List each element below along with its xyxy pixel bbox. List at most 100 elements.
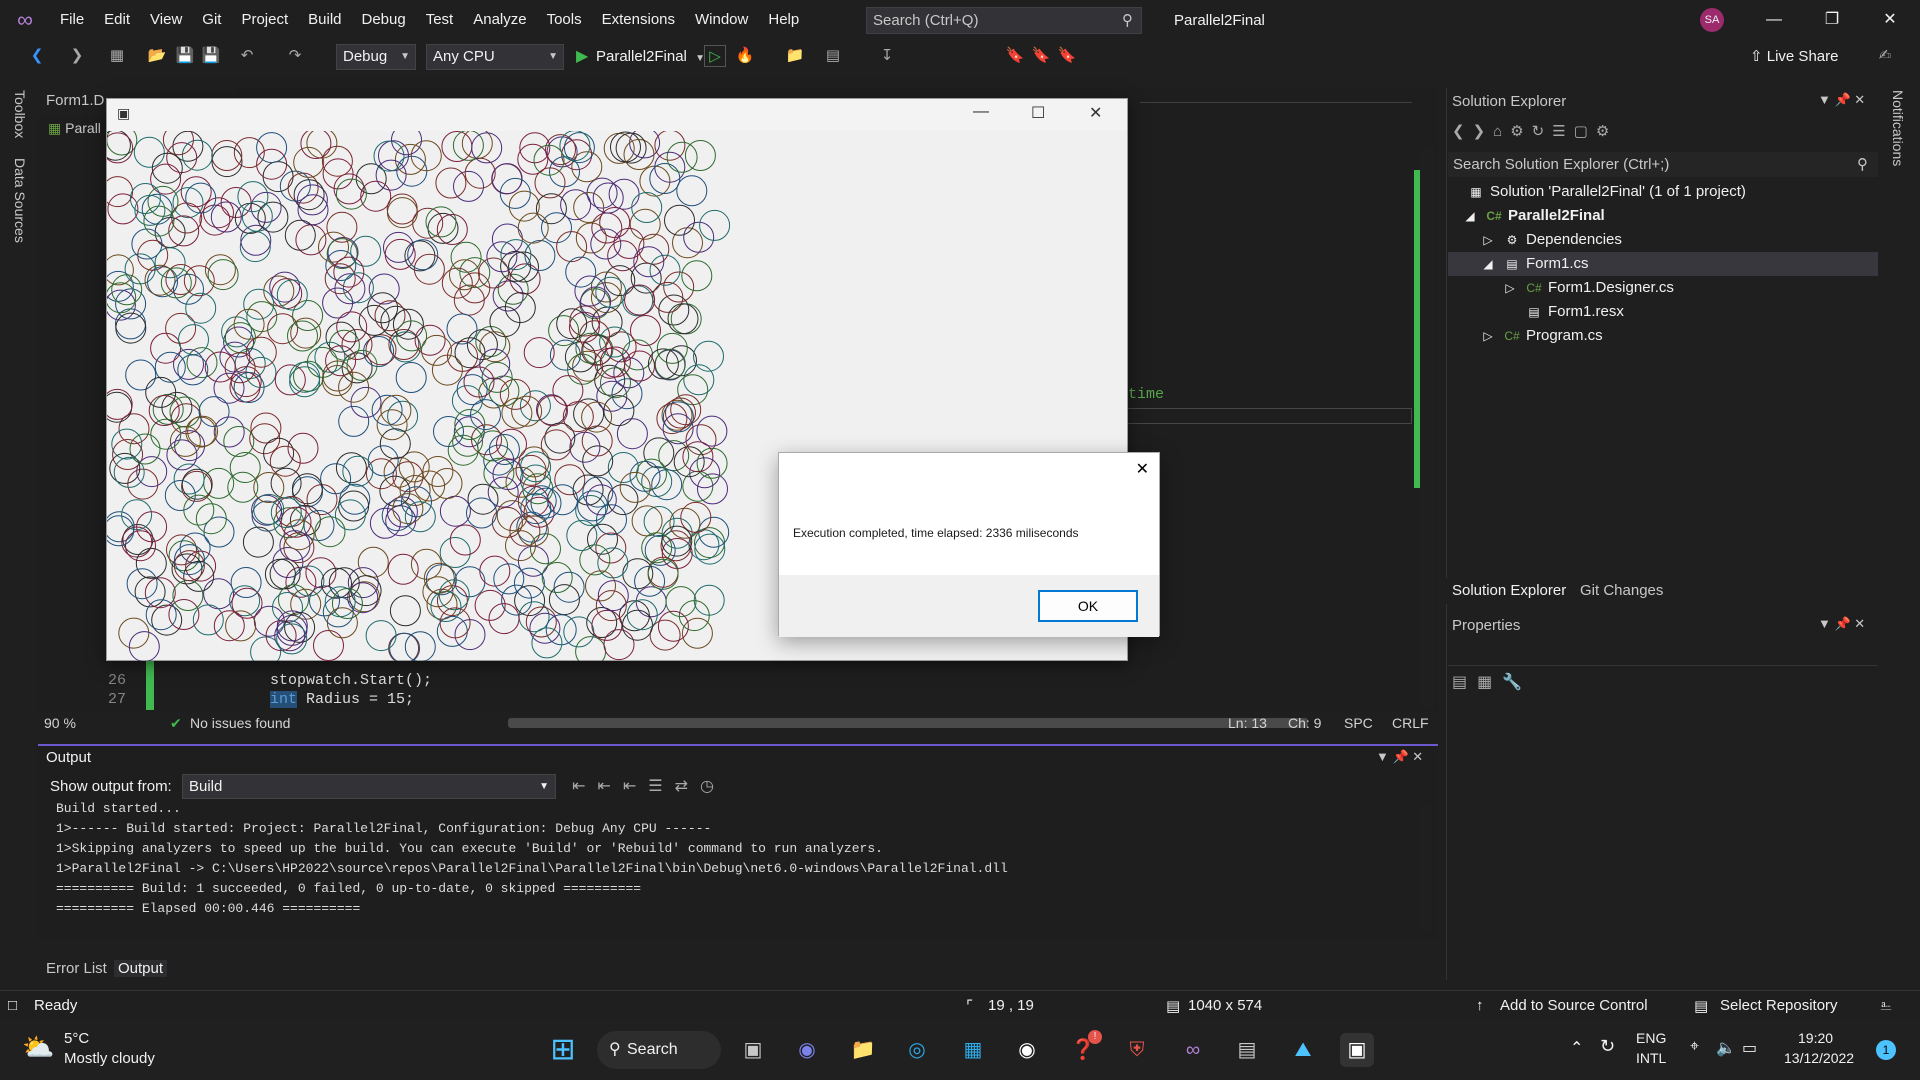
whitespace-indicator[interactable]: SPC xyxy=(1344,715,1373,731)
bell-icon[interactable]: ⎁ xyxy=(1880,997,1892,1014)
notification-count[interactable]: 1 xyxy=(1876,1040,1896,1060)
prev-bookmark-icon[interactable]: 🔖 xyxy=(1030,45,1052,67)
clock-date[interactable]: 13/12/2022 xyxy=(1784,1050,1854,1066)
live-share-button[interactable]: ⇧ Live Share xyxy=(1750,44,1838,70)
avatar[interactable]: SA xyxy=(1700,8,1724,32)
panel-menu-icon[interactable]: ▼ 📌 ✕ xyxy=(1818,616,1865,632)
save-all-icon[interactable]: 💾 xyxy=(200,45,222,67)
language-line-1[interactable]: ENG xyxy=(1636,1030,1666,1046)
panel-menu-icon[interactable]: ▼ 📌 ✕ xyxy=(1818,92,1865,108)
back-icon[interactable]: ❮ xyxy=(26,45,48,67)
menu-window[interactable]: Window xyxy=(685,0,758,40)
next-bookmark-icon[interactable]: 🔖 xyxy=(1056,45,1078,67)
output-toolbar[interactable]: ⇤⇤⇤☰⇄◷ xyxy=(572,776,726,796)
taskbar-search[interactable]: ⚲ Search xyxy=(597,1031,721,1069)
app-titlebar[interactable]: ▣ — ☐ ✕ xyxy=(107,99,1127,131)
battery-icon[interactable]: ▭ xyxy=(1742,1038,1757,1058)
step-icon[interactable]: ↧ xyxy=(876,45,898,67)
properties-object-select[interactable] xyxy=(1448,640,1878,666)
panel-menu-icon[interactable]: ▼ 📌 ✕ xyxy=(1376,749,1423,765)
layout-icon[interactable]: ▤ xyxy=(822,45,844,67)
open-folder-icon[interactable]: 📂 xyxy=(146,45,168,67)
running-app-icon[interactable]: ▣ xyxy=(1340,1033,1374,1067)
tree-form1-resx[interactable]: ▤ Form1.resx xyxy=(1524,300,1624,324)
edge-icon[interactable]: ◎ xyxy=(900,1033,934,1067)
store-icon[interactable]: ▦ xyxy=(956,1033,990,1067)
menu-debug[interactable]: Debug xyxy=(352,0,416,40)
add-source-control[interactable]: Add to Source Control xyxy=(1500,997,1648,1014)
tree-solution[interactable]: ▦ Solution 'Parallel2Final' (1 of 1 proje… xyxy=(1466,180,1746,204)
start-icon[interactable]: ⊞ xyxy=(546,1033,580,1067)
restore-icon[interactable]: ❐ xyxy=(1804,0,1860,40)
save-icon[interactable]: 💾 xyxy=(174,45,196,67)
file-explorer-icon[interactable]: 📁 xyxy=(846,1033,880,1067)
hot-reload-icon[interactable]: 🔥 xyxy=(734,45,756,67)
sync-icon[interactable]: ↻ xyxy=(1600,1036,1615,1057)
tab-error-list[interactable]: Error List xyxy=(46,960,107,977)
menu-view[interactable]: View xyxy=(140,0,192,40)
output-vertical-scrollbar[interactable] xyxy=(1418,806,1432,930)
weather-temp[interactable]: 5°C xyxy=(64,1030,89,1047)
menu-analyze[interactable]: Analyze xyxy=(463,0,536,40)
github-icon[interactable]: ◉ xyxy=(1010,1033,1044,1067)
tree-form1-designer[interactable]: ▷ C# Form1.Designer.cs xyxy=(1500,276,1674,300)
image-app-icon[interactable]: ⛰ xyxy=(1286,1033,1320,1067)
forward-icon[interactable]: ❯ xyxy=(66,45,88,67)
weather-icon[interactable]: ⛅ xyxy=(22,1032,54,1063)
tab-solution-explorer[interactable]: Solution Explorer xyxy=(1452,582,1566,599)
tree-dependencies[interactable]: ▷ ⚙ Dependencies xyxy=(1478,228,1622,252)
visual-studio-icon[interactable]: ∞ xyxy=(1176,1033,1210,1067)
horizontal-scrollbar[interactable] xyxy=(508,718,1308,728)
language-line-2[interactable]: INTL xyxy=(1636,1050,1666,1066)
nav-bar-project[interactable]: ▦ Parall xyxy=(48,120,101,137)
select-repository[interactable]: Select Repository xyxy=(1720,997,1838,1014)
tray-overflow-icon[interactable]: ⌃ xyxy=(1570,1038,1583,1058)
message-box[interactable]: ✕ Execution completed, time elapsed: 233… xyxy=(778,452,1160,637)
menu-edit[interactable]: Edit xyxy=(94,0,140,40)
issues-status[interactable]: No issues found xyxy=(190,715,290,731)
browse-icon[interactable]: 📁 xyxy=(784,45,806,67)
toolbox-tab[interactable]: Toolbox xyxy=(12,90,28,138)
data-sources-tab[interactable]: Data Sources xyxy=(12,158,28,243)
close-icon[interactable]: ✕ xyxy=(1862,0,1918,40)
tree-project[interactable]: ◢ C# Parallel2Final xyxy=(1460,204,1604,228)
tree-program[interactable]: ▷ C# Program.cs xyxy=(1478,324,1602,348)
tab-output[interactable]: Output xyxy=(114,960,168,977)
menu-file[interactable]: File xyxy=(50,0,94,40)
wifi-icon[interactable]: ⌖ xyxy=(1690,1038,1699,1056)
menu-git[interactable]: Git xyxy=(192,0,231,40)
visual-studio-logo-icon[interactable]: ∞ xyxy=(0,0,50,40)
volume-icon[interactable]: 🔈 xyxy=(1716,1038,1736,1058)
output-horizontal-scrollbar[interactable] xyxy=(46,940,1408,950)
menu-project[interactable]: Project xyxy=(231,0,298,40)
run-button[interactable]: ▶ Parallel2Final ▼ xyxy=(572,44,705,70)
menu-help[interactable]: Help xyxy=(758,0,809,40)
feedback-icon[interactable]: ✍ xyxy=(1874,45,1896,67)
undo-icon[interactable]: ↶ xyxy=(236,45,258,67)
tree-form1[interactable]: ◢ ▤ Form1.cs xyxy=(1448,252,1878,276)
clock-time[interactable]: 19:20 xyxy=(1798,1030,1833,1046)
properties-toolbar[interactable]: ▤▦🔧 xyxy=(1452,672,1532,692)
ok-button[interactable]: OK xyxy=(1038,590,1138,622)
close-icon[interactable]: ✕ xyxy=(1136,459,1149,479)
bookmark-icon[interactable]: 🔖 xyxy=(1004,45,1026,67)
editor-vertical-scrollbar[interactable] xyxy=(1420,148,1434,708)
configuration-select[interactable]: Debug ▼ xyxy=(336,44,416,70)
menu-test[interactable]: Test xyxy=(416,0,464,40)
solution-search-input[interactable]: Search Solution Explorer (Ctrl+;) ⚲ xyxy=(1448,152,1878,177)
tab-git-changes[interactable]: Git Changes xyxy=(1580,582,1663,599)
platform-select[interactable]: Any CPU ▼ xyxy=(426,44,564,70)
start-without-debugging-icon[interactable]: ▷ xyxy=(704,45,726,67)
new-project-icon[interactable]: ▦ xyxy=(106,45,128,67)
menu-tools[interactable]: Tools xyxy=(537,0,592,40)
app-minimize-icon[interactable]: — xyxy=(973,103,989,121)
terminal-icon[interactable]: ▤ xyxy=(1230,1033,1264,1067)
app-maximize-icon[interactable]: ☐ xyxy=(1031,103,1045,123)
zoom-level[interactable]: 90 % xyxy=(44,715,76,731)
solution-explorer-toolbar[interactable]: ❮❯⌂⚙↻☰▢⚙ xyxy=(1452,122,1617,140)
teams-icon[interactable]: ◉ xyxy=(790,1033,824,1067)
weather-desc[interactable]: Mostly cloudy xyxy=(64,1050,155,1067)
antivirus-icon[interactable]: ⛨ xyxy=(1120,1033,1154,1067)
line-ending-indicator[interactable]: CRLF xyxy=(1392,715,1429,731)
minimize-icon[interactable]: — xyxy=(1746,0,1802,40)
